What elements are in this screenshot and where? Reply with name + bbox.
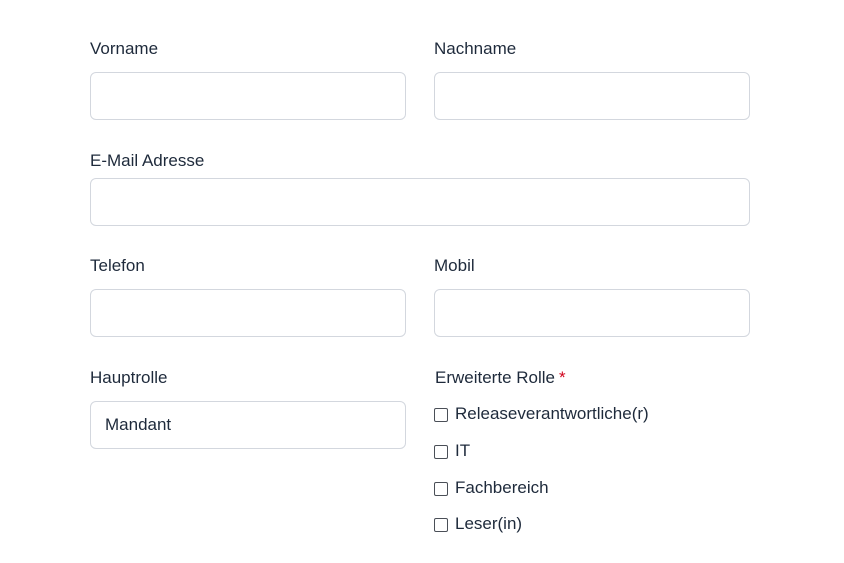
checkbox-release-manager[interactable]: Releaseverantwortliche(r)	[434, 403, 649, 425]
required-marker: *	[559, 368, 566, 387]
checkbox-label: IT	[455, 441, 471, 460]
checkbox-department[interactable]: Fachbereich	[434, 477, 549, 499]
checkbox-label: Leser(in)	[455, 514, 523, 533]
checkbox-icon[interactable]	[434, 407, 448, 422]
phone-input[interactable]	[90, 289, 406, 337]
checkbox-icon[interactable]	[434, 481, 448, 496]
last-name-input[interactable]	[434, 72, 750, 120]
extended-role-label: Erweiterte Rolle *	[435, 368, 566, 388]
email-input[interactable]	[90, 178, 750, 226]
last-name-label: Nachname	[434, 39, 517, 58]
phone-label: Telefon	[90, 256, 145, 275]
first-name-label: Vorname	[90, 39, 159, 58]
checkbox-it[interactable]: IT	[434, 440, 470, 462]
extended-role-label-text: Erweiterte Rolle	[435, 368, 555, 387]
email-label: E-Mail Adresse	[90, 151, 205, 170]
checkbox-icon[interactable]	[434, 444, 448, 459]
main-role-label: Hauptrolle	[90, 368, 168, 387]
mobile-label: Mobil	[434, 256, 475, 275]
checkbox-label: Fachbereich	[455, 478, 549, 497]
mobile-input[interactable]	[434, 289, 750, 337]
first-name-input[interactable]	[90, 72, 406, 120]
checkbox-icon[interactable]	[434, 517, 448, 532]
main-role-input[interactable]	[90, 401, 406, 449]
checkbox-reader[interactable]: Leser(in)	[434, 513, 522, 535]
checkbox-label: Releaseverantwortliche(r)	[455, 404, 649, 423]
